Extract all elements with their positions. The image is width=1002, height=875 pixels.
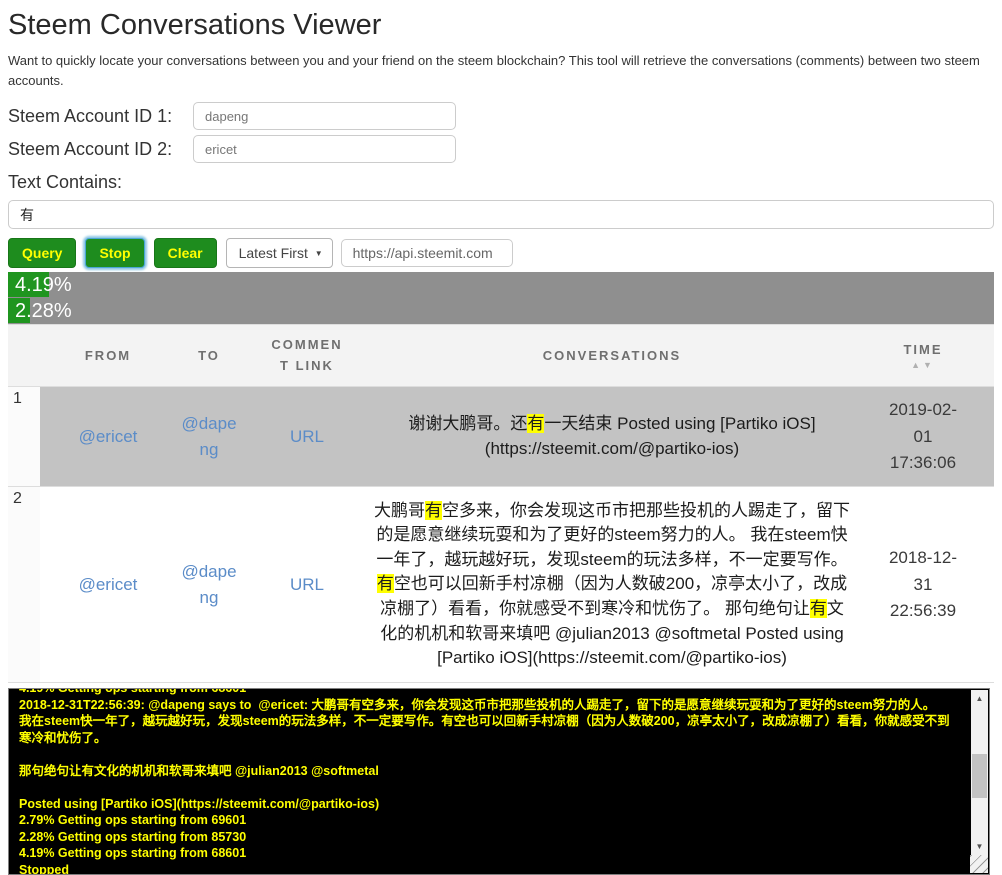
from-cell: @ericet bbox=[40, 387, 176, 487]
stop-button[interactable]: Stop bbox=[85, 238, 144, 268]
from-account-link[interactable]: @ericet bbox=[79, 575, 138, 594]
console-line: 那句绝句让有文化的机机和软哥来填吧 @julian2013 @softmetal bbox=[19, 763, 959, 780]
row-index: 2 bbox=[8, 487, 40, 683]
console-line: 4.19% Getting ops starting from 68601 bbox=[19, 845, 959, 862]
conversation-cell: 谢谢大鹏哥。还有一天结束 Posted using [Partiko iOS] … bbox=[372, 387, 852, 487]
account2-label: Steem Account ID 2: bbox=[8, 139, 193, 160]
scroll-up-button[interactable]: ▲ bbox=[971, 690, 988, 707]
scroll-track[interactable] bbox=[971, 707, 988, 838]
conversation-text: 谢谢大鹏哥。还有一天结束 Posted using [Partiko iOS] … bbox=[374, 412, 850, 461]
header-time[interactable]: TIME ▲▼ bbox=[852, 325, 994, 387]
comment-link-cell: URL bbox=[242, 387, 372, 487]
text-contains-input[interactable] bbox=[8, 200, 994, 229]
scroll-up-icon: ▲ bbox=[976, 694, 984, 703]
console-log[interactable]: 4.19% Getting ops starting from 68601201… bbox=[8, 688, 990, 875]
chevron-down-icon: ▼ bbox=[315, 249, 323, 258]
comment-url-link[interactable]: URL bbox=[290, 575, 324, 594]
console-line bbox=[19, 779, 959, 796]
conversation-cell: 大鹏哥有空多来，你会发现这币市把那些投机的人踢走了，留下的是愿意继续玩耍和为了更… bbox=[372, 487, 852, 683]
from-cell: @ericet bbox=[40, 487, 176, 683]
sort-icons[interactable]: ▲▼ bbox=[852, 360, 994, 370]
console-line: 2.79% Getting ops starting from 69601 bbox=[19, 812, 959, 829]
highlighted-term: 有 bbox=[377, 574, 394, 593]
progress-bar: 2.28% bbox=[8, 298, 994, 324]
clear-button[interactable]: Clear bbox=[154, 238, 217, 268]
header-to[interactable]: TO bbox=[176, 325, 242, 387]
scroll-down-icon: ▼ bbox=[976, 842, 984, 851]
time-cell: 2019-02-01 17:36:06 bbox=[852, 387, 994, 487]
api-endpoint-input[interactable] bbox=[341, 239, 513, 267]
header-from[interactable]: FROM bbox=[40, 325, 176, 387]
row-index: 1 bbox=[8, 387, 40, 487]
table-row: 2 @ericet @dapeng URL 大鹏哥有空多来，你会发现这币市把那些… bbox=[8, 487, 994, 683]
text-contains-label: Text Contains: bbox=[8, 172, 994, 193]
progress-label: 2.28% bbox=[8, 298, 994, 324]
progress-area: 4.19%2.28% bbox=[8, 272, 994, 324]
query-button[interactable]: Query bbox=[8, 238, 76, 268]
comment-url-link[interactable]: URL bbox=[290, 427, 324, 446]
page-title: Steem Conversations Viewer bbox=[8, 9, 994, 42]
progress-bar: 4.19% bbox=[8, 272, 994, 298]
table-row: 1 @ericet @dapeng URL 谢谢大鹏哥。还有一天结束 Poste… bbox=[8, 387, 994, 487]
account1-label: Steem Account ID 1: bbox=[8, 106, 193, 127]
time-text: 2019-02-01 17:36:06 bbox=[887, 397, 959, 476]
conversations-table: FROM TO COMMENT LINK CONVERSATIONS TIME … bbox=[8, 324, 994, 683]
scroll-thumb[interactable] bbox=[972, 754, 987, 797]
console-line: Posted using [Partiko iOS](https://steem… bbox=[19, 796, 959, 813]
scroll-down-button[interactable]: ▼ bbox=[971, 838, 988, 855]
to-account-link[interactable]: @dapeng bbox=[179, 559, 239, 610]
highlighted-term: 有 bbox=[810, 599, 827, 618]
time-cell: 2018-12-31 22:56:39 bbox=[852, 487, 994, 683]
to-cell: @dapeng bbox=[176, 387, 242, 487]
sort-order-value: Latest First bbox=[239, 245, 308, 261]
from-account-link[interactable]: @ericet bbox=[79, 427, 138, 446]
sort-desc-icon: ▼ bbox=[923, 360, 935, 370]
time-text: 2018-12-31 22:56:39 bbox=[887, 545, 959, 624]
sort-order-select[interactable]: Latest First ▼ bbox=[226, 238, 333, 268]
console-line: 2.28% Getting ops starting from 85730 bbox=[19, 829, 959, 846]
sort-asc-icon: ▲ bbox=[911, 360, 923, 370]
account2-input[interactable] bbox=[193, 135, 456, 163]
header-index bbox=[8, 325, 40, 387]
header-comment-link[interactable]: COMMENT LINK bbox=[242, 325, 372, 387]
highlighted-term: 有 bbox=[527, 414, 544, 433]
console-line: Stopped bbox=[19, 862, 959, 875]
conversations-tbody: 1 @ericet @dapeng URL 谢谢大鹏哥。还有一天结束 Poste… bbox=[8, 387, 994, 683]
console-line bbox=[19, 746, 959, 763]
to-cell: @dapeng bbox=[176, 487, 242, 683]
console-content: 4.19% Getting ops starting from 68601201… bbox=[9, 688, 963, 875]
to-account-link[interactable]: @dapeng bbox=[179, 411, 239, 462]
console-scrollbar[interactable]: ▲ ▼ bbox=[971, 690, 988, 855]
comment-link-cell: URL bbox=[242, 487, 372, 683]
page-description: Want to quickly locate your conversation… bbox=[8, 51, 993, 91]
conversation-text: 大鹏哥有空多来，你会发现这币市把那些投机的人踢走了，留下的是愿意继续玩耍和为了更… bbox=[374, 499, 850, 671]
header-conversations[interactable]: CONVERSATIONS bbox=[372, 325, 852, 387]
console-line: 2018-12-31T22:56:39: @dapeng says to @er… bbox=[19, 697, 959, 714]
highlighted-term: 有 bbox=[425, 501, 442, 520]
resize-grip-icon[interactable] bbox=[970, 855, 988, 873]
console-line: 我在steem快一年了，越玩越好玩，发现steem的玩法多样，不一定要写作。有空… bbox=[19, 713, 959, 746]
account1-input[interactable] bbox=[193, 102, 456, 130]
console-line: 4.19% Getting ops starting from 68601 bbox=[19, 688, 959, 697]
progress-label: 4.19% bbox=[8, 272, 994, 298]
